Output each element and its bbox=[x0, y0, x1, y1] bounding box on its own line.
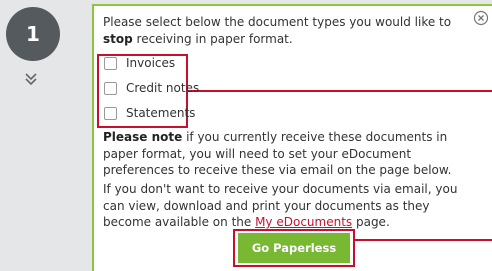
note-text: Please note if you currently receive the… bbox=[103, 130, 452, 177]
options-callout-line bbox=[188, 90, 492, 92]
option-statements[interactable]: Statements bbox=[104, 104, 195, 122]
invoices-checkbox[interactable] bbox=[104, 56, 117, 70]
option-invoices[interactable]: Invoices bbox=[104, 54, 175, 72]
option-label: Credit notes bbox=[126, 81, 200, 95]
statements-checkbox[interactable] bbox=[104, 106, 117, 120]
intro-text: Please select below the document types y… bbox=[103, 15, 452, 46]
info-text: If you don't want to receive your docume… bbox=[103, 182, 458, 229]
step-number: 1 bbox=[26, 22, 40, 46]
double-chevron-down-icon[interactable] bbox=[23, 71, 39, 87]
my-edocuments-link[interactable]: My eDocuments bbox=[255, 215, 352, 229]
cta-callout-line bbox=[355, 239, 492, 241]
step-number-badge: 1 bbox=[6, 7, 60, 61]
go-paperless-button[interactable]: Go Paperless bbox=[238, 233, 350, 263]
option-label: Invoices bbox=[126, 56, 176, 70]
credit-notes-checkbox[interactable] bbox=[104, 81, 117, 95]
option-label: Statements bbox=[126, 106, 196, 120]
option-credit-notes[interactable]: Credit notes bbox=[104, 79, 199, 97]
close-icon[interactable] bbox=[473, 10, 489, 26]
intro-emphasis: stop bbox=[103, 31, 133, 46]
note-label: Please note bbox=[103, 130, 183, 144]
